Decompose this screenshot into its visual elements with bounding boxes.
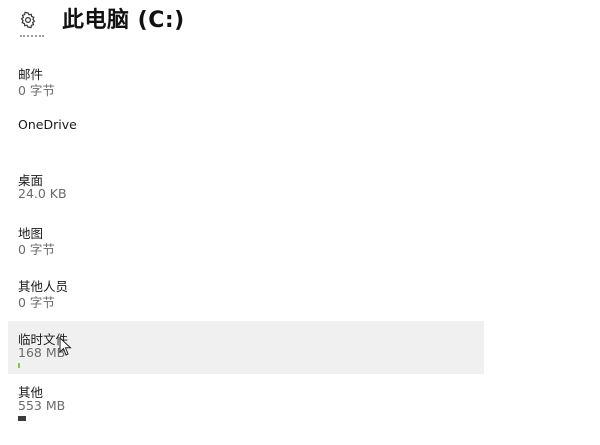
storage-settings-page: 此电脑 (C:) 邮件 0 字节 OneDrive 桌面 24.0 KB 地图 … xyxy=(0,0,600,445)
storage-item-onedrive[interactable]: OneDrive xyxy=(8,109,484,162)
storage-item-maps[interactable]: 地图 0 字节 xyxy=(8,215,484,268)
item-size: 168 MB xyxy=(18,345,66,360)
item-size: 553 MB xyxy=(18,398,66,413)
item-size: 0 字节 xyxy=(18,295,55,310)
item-size: 0 字节 xyxy=(18,242,55,257)
usage-bar xyxy=(18,416,26,421)
storage-item-temporary-files[interactable]: 临时文件 168 MB xyxy=(8,321,484,374)
usage-bar xyxy=(18,363,20,368)
storage-category-list: 邮件 0 字节 OneDrive 桌面 24.0 KB 地图 0 字节 其他人员… xyxy=(8,56,484,427)
storage-item-other-people[interactable]: 其他人员 0 字节 xyxy=(8,268,484,321)
storage-item-mail[interactable]: 邮件 0 字节 xyxy=(8,56,484,109)
page-title: 此电脑 (C:) xyxy=(62,8,185,33)
storage-item-other[interactable]: 其他 553 MB xyxy=(8,374,484,427)
item-name: OneDrive xyxy=(18,117,77,132)
gear-icon[interactable] xyxy=(18,10,38,30)
page-header: 此电脑 (C:) xyxy=(0,0,600,38)
scrolled-content-edge xyxy=(20,34,60,40)
storage-item-desktop[interactable]: 桌面 24.0 KB xyxy=(8,162,484,215)
item-size: 0 字节 xyxy=(18,83,55,98)
item-size: 24.0 KB xyxy=(18,186,67,201)
